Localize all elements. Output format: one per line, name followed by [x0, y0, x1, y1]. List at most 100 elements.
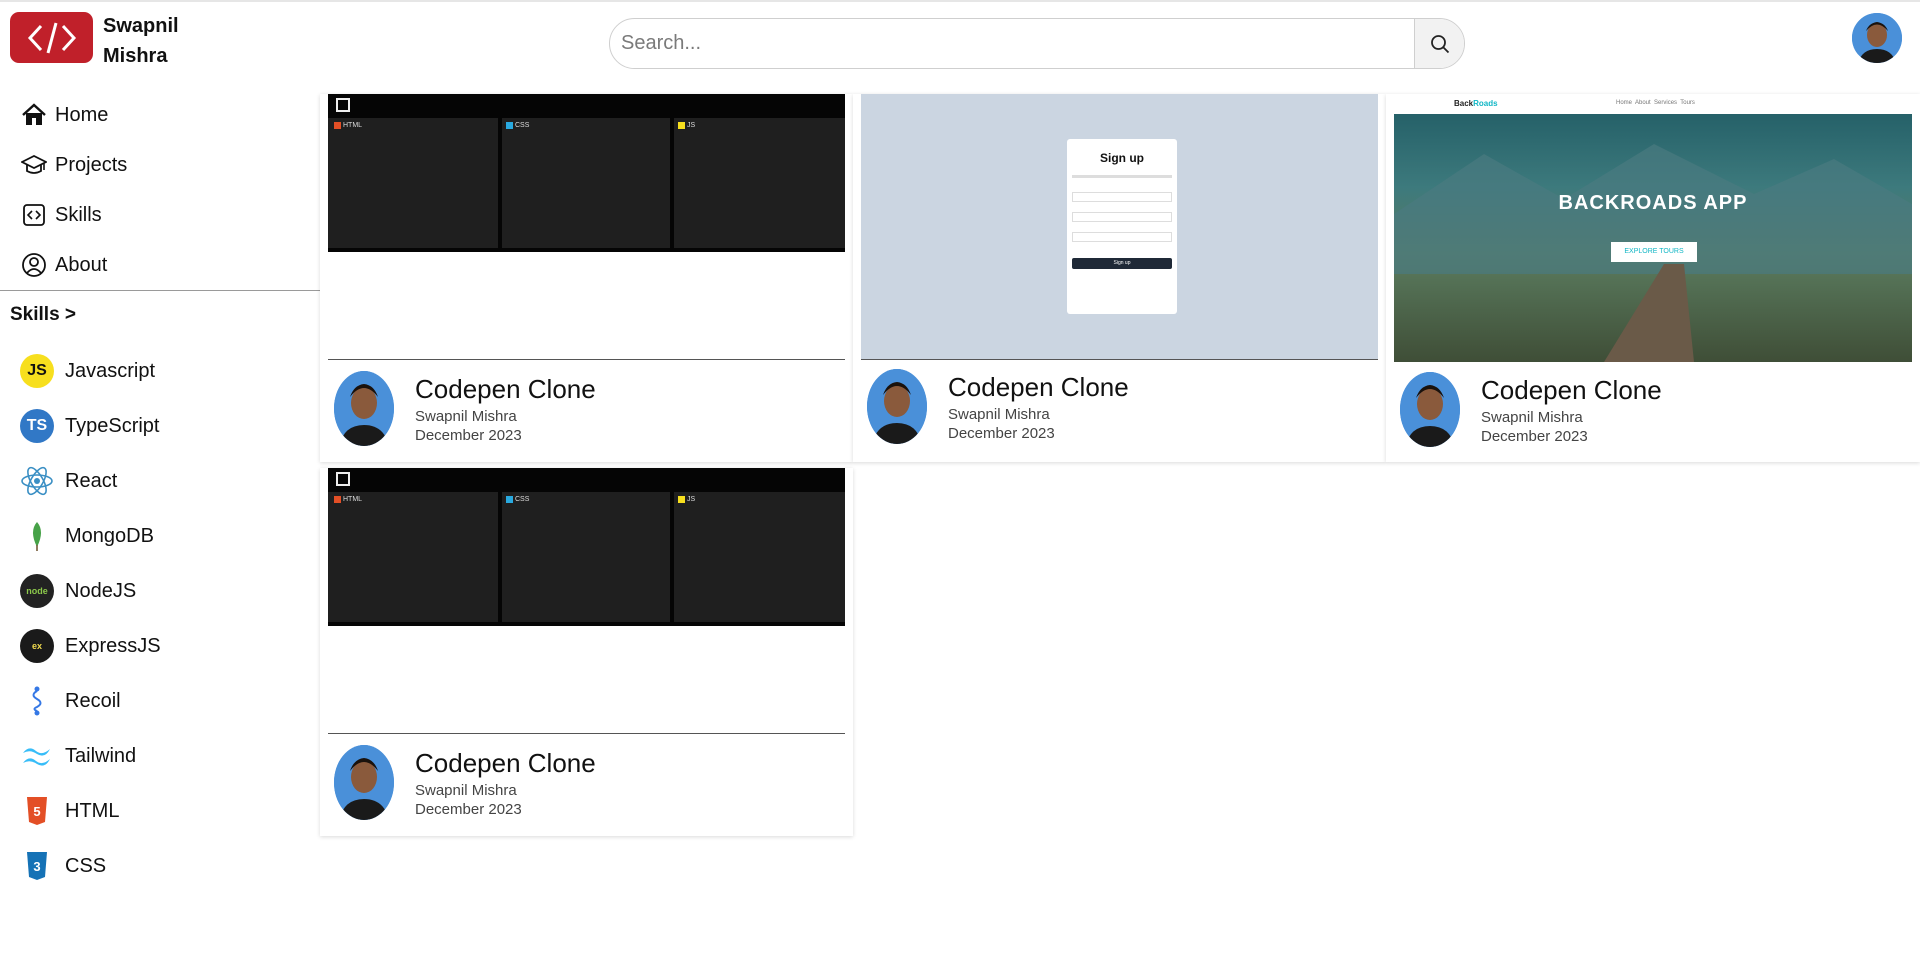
codepen-logo-icon [336, 472, 350, 486]
skill-label: Tailwind [65, 744, 137, 767]
project-card[interactable]: HTML CSS JS Codepen Clone Swapnil Mishra… [320, 468, 853, 836]
skill-label: ExpressJS [65, 634, 161, 657]
skill-label: NodeJS [65, 579, 137, 602]
card-date: December 2023 [415, 801, 522, 818]
skill-item-javascript[interactable]: JS Javascript [20, 352, 155, 390]
css-tab: CSS [506, 494, 529, 504]
nav-item-home[interactable]: Home [20, 98, 108, 132]
react-icon [20, 464, 54, 498]
skill-label: MongoDB [65, 524, 154, 547]
card-title[interactable]: Codepen Clone [948, 372, 1129, 403]
card-date: December 2023 [415, 427, 522, 444]
logo[interactable] [10, 12, 93, 63]
tailwind-icon [20, 739, 54, 773]
skill-item-html[interactable]: 5 HTML [20, 792, 119, 830]
project-card[interactable]: HTML CSS JS Codepen Clone Swapnil Mishra… [320, 94, 853, 462]
svg-text:3: 3 [33, 859, 40, 874]
html-tab: HTML [334, 494, 362, 504]
project-card[interactable]: BackRoads Home About Services Tours BACK… [1386, 94, 1920, 462]
skill-item-react[interactable]: React [20, 462, 117, 500]
skill-label: Javascript [65, 359, 156, 382]
project-card[interactable]: Sign up Sign up Codepen Clone Swapnil Mi… [853, 94, 1386, 462]
css-tab: CSS [506, 120, 529, 130]
user-avatar[interactable] [1852, 13, 1902, 63]
skill-item-css[interactable]: 3 CSS [20, 847, 106, 885]
card-date: December 2023 [948, 425, 1055, 442]
html-icon: 5 [20, 794, 54, 828]
nav-item-label: Projects [55, 153, 128, 176]
nodejs-icon: node [20, 574, 54, 608]
card-avatar [1400, 372, 1460, 447]
thumbnail-divider [328, 733, 845, 734]
card-avatar [334, 371, 394, 446]
skill-label: TypeScript [65, 414, 160, 437]
sidebar-divider [0, 290, 320, 291]
card-title[interactable]: Codepen Clone [415, 374, 596, 405]
skill-item-recoil[interactable]: Recoil [20, 682, 121, 720]
sidebar: Home Projects Skills About Skills > JS J… [0, 86, 320, 972]
recoil-icon [20, 684, 54, 718]
code-icon [20, 201, 48, 229]
search-icon [1430, 34, 1449, 53]
home-icon [20, 101, 48, 129]
brand-name[interactable]: Swapnil Mishra [103, 11, 223, 71]
mongodb-icon [20, 519, 54, 553]
project-thumbnail: Sign up Sign up [861, 94, 1378, 359]
js-tab: JS [678, 494, 695, 504]
codepen-logo-icon [336, 98, 350, 112]
skill-label: React [65, 469, 118, 492]
nav-item-label: Skills [55, 203, 102, 226]
css-icon: 3 [20, 849, 54, 883]
header: Swapnil Mishra [0, 2, 1920, 86]
project-thumbnail: HTML CSS JS [328, 94, 845, 359]
svg-text:5: 5 [33, 804, 40, 819]
signup-preview: Sign up Sign up [861, 94, 1378, 359]
skill-item-tailwind[interactable]: Tailwind [20, 737, 136, 775]
backroads-headline: BACKROADS APP [1558, 192, 1748, 214]
nav-item-skills[interactable]: Skills [20, 198, 102, 232]
search-input[interactable] [610, 19, 1414, 68]
card-avatar [867, 369, 927, 444]
search-button[interactable] [1414, 19, 1464, 68]
skill-item-expressjs[interactable]: ex ExpressJS [20, 627, 161, 665]
skill-label: CSS [65, 854, 107, 877]
graduation-cap-icon [20, 151, 48, 179]
backroads-preview: BackRoads Home About Services Tours BACK… [1394, 94, 1912, 362]
skill-item-mongodb[interactable]: MongoDB [20, 517, 154, 555]
card-title[interactable]: Codepen Clone [1481, 375, 1662, 406]
html-tab: HTML [334, 120, 362, 130]
skill-item-nodejs[interactable]: node NodeJS [20, 572, 136, 610]
nav-item-label: Home [55, 103, 109, 126]
card-author: Swapnil Mishra [415, 408, 517, 425]
code-brackets-icon [27, 22, 76, 53]
card-author: Swapnil Mishra [415, 782, 517, 799]
skill-label: Recoil [65, 689, 121, 712]
signup-form-preview: Sign up Sign up [1067, 139, 1177, 314]
card-avatar [334, 745, 394, 820]
card-author: Swapnil Mishra [1481, 409, 1583, 426]
js-tab: JS [678, 120, 695, 130]
user-circle-icon [20, 251, 48, 279]
skills-heading[interactable]: Skills > [10, 304, 76, 326]
avatar-portrait [1852, 13, 1902, 63]
thumbnail-divider [328, 359, 845, 360]
codepen-preview: HTML CSS JS [328, 468, 845, 626]
card-author: Swapnil Mishra [948, 406, 1050, 423]
search-bar [609, 18, 1465, 69]
nav-item-label: About [55, 253, 108, 276]
card-title[interactable]: Codepen Clone [415, 748, 596, 779]
backroads-navbar: BackRoads Home About Services Tours [1394, 94, 1912, 114]
skill-label: HTML [65, 799, 120, 822]
project-thumbnail: HTML CSS JS [328, 468, 845, 733]
thumbnail-divider [861, 359, 1378, 360]
card-date: December 2023 [1481, 428, 1588, 445]
nav-item-about[interactable]: About [20, 248, 107, 282]
nav-item-projects[interactable]: Projects [20, 148, 127, 182]
explore-tours-button: EXPLORE TOURS [1611, 242, 1697, 262]
skill-item-typescript[interactable]: TS TypeScript [20, 407, 159, 445]
expressjs-icon: ex [20, 629, 54, 663]
codepen-preview: HTML CSS JS [328, 94, 845, 252]
javascript-icon: JS [20, 354, 54, 388]
typescript-icon: TS [20, 409, 54, 443]
project-thumbnail: BackRoads Home About Services Tours BACK… [1394, 94, 1912, 362]
